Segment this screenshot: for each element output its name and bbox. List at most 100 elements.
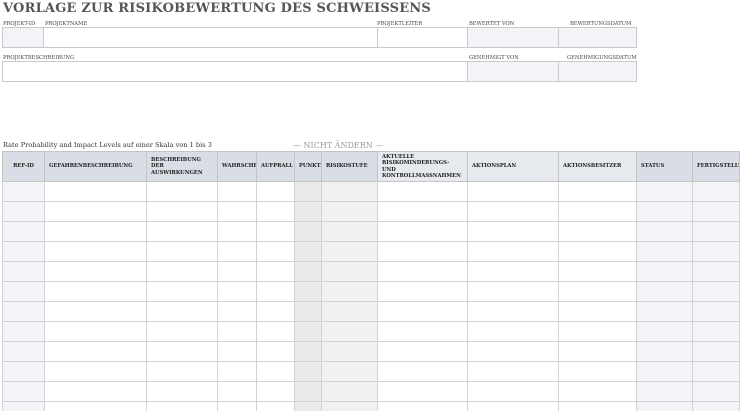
completion-date-cell[interactable]: [692, 241, 740, 263]
ref-id-cell[interactable]: [2, 341, 45, 363]
risk-level-cell[interactable]: [321, 361, 378, 383]
impact-description-cell[interactable]: [146, 221, 218, 243]
completion-date-cell[interactable]: [692, 281, 740, 303]
current-controls-cell[interactable]: [377, 261, 468, 283]
score-cell[interactable]: [294, 241, 322, 263]
impact-description-cell[interactable]: [146, 181, 218, 203]
score-cell[interactable]: [294, 321, 322, 343]
score-cell[interactable]: [294, 401, 322, 411]
probability-cell[interactable]: [217, 221, 257, 243]
action-owner-cell[interactable]: [558, 281, 637, 303]
status-cell[interactable]: [636, 401, 693, 411]
impact-description-cell[interactable]: [146, 321, 218, 343]
probability-cell[interactable]: [217, 381, 257, 403]
action-owner-cell[interactable]: [558, 381, 637, 403]
hazard-description-cell[interactable]: [44, 201, 147, 223]
status-cell[interactable]: [636, 201, 693, 223]
action-plan-cell[interactable]: [467, 361, 559, 383]
hazard-description-cell[interactable]: [44, 381, 147, 403]
completion-date-cell[interactable]: [692, 221, 740, 243]
assessed-by-field[interactable]: [467, 27, 559, 48]
impact-cell[interactable]: [256, 341, 295, 363]
impact-cell[interactable]: [256, 221, 295, 243]
risk-level-cell[interactable]: [321, 301, 378, 323]
status-cell[interactable]: [636, 221, 693, 243]
ref-id-cell[interactable]: [2, 241, 45, 263]
action-plan-cell[interactable]: [467, 341, 559, 363]
risk-level-cell[interactable]: [321, 401, 378, 411]
project-name-field[interactable]: [43, 27, 378, 48]
current-controls-cell[interactable]: [377, 241, 468, 263]
hazard-description-cell[interactable]: [44, 261, 147, 283]
action-owner-cell[interactable]: [558, 241, 637, 263]
score-cell[interactable]: [294, 361, 322, 383]
probability-cell[interactable]: [217, 341, 257, 363]
impact-cell[interactable]: [256, 401, 295, 411]
hazard-description-cell[interactable]: [44, 221, 147, 243]
probability-cell[interactable]: [217, 301, 257, 323]
risk-level-cell[interactable]: [321, 241, 378, 263]
probability-cell[interactable]: [217, 401, 257, 411]
status-cell[interactable]: [636, 301, 693, 323]
action-owner-cell[interactable]: [558, 301, 637, 323]
hazard-description-cell[interactable]: [44, 181, 147, 203]
current-controls-cell[interactable]: [377, 381, 468, 403]
impact-cell[interactable]: [256, 181, 295, 203]
probability-cell[interactable]: [217, 361, 257, 383]
action-plan-cell[interactable]: [467, 281, 559, 303]
impact-description-cell[interactable]: [146, 401, 218, 411]
action-owner-cell[interactable]: [558, 261, 637, 283]
probability-cell[interactable]: [217, 281, 257, 303]
hazard-description-cell[interactable]: [44, 401, 147, 411]
impact-description-cell[interactable]: [146, 381, 218, 403]
impact-description-cell[interactable]: [146, 301, 218, 323]
action-owner-cell[interactable]: [558, 341, 637, 363]
hazard-description-cell[interactable]: [44, 241, 147, 263]
project-lead-field[interactable]: [377, 27, 468, 48]
action-owner-cell[interactable]: [558, 201, 637, 223]
approval-date-field[interactable]: [558, 61, 637, 82]
current-controls-cell[interactable]: [377, 201, 468, 223]
score-cell[interactable]: [294, 301, 322, 323]
status-cell[interactable]: [636, 381, 693, 403]
action-owner-cell[interactable]: [558, 361, 637, 383]
hazard-description-cell[interactable]: [44, 301, 147, 323]
ref-id-cell[interactable]: [2, 321, 45, 343]
impact-description-cell[interactable]: [146, 281, 218, 303]
risk-level-cell[interactable]: [321, 341, 378, 363]
completion-date-cell[interactable]: [692, 181, 740, 203]
impact-description-cell[interactable]: [146, 341, 218, 363]
impact-cell[interactable]: [256, 321, 295, 343]
hazard-description-cell[interactable]: [44, 341, 147, 363]
impact-cell[interactable]: [256, 241, 295, 263]
completion-date-cell[interactable]: [692, 201, 740, 223]
score-cell[interactable]: [294, 281, 322, 303]
action-plan-cell[interactable]: [467, 321, 559, 343]
completion-date-cell[interactable]: [692, 361, 740, 383]
impact-cell[interactable]: [256, 261, 295, 283]
risk-level-cell[interactable]: [321, 381, 378, 403]
impact-description-cell[interactable]: [146, 361, 218, 383]
probability-cell[interactable]: [217, 261, 257, 283]
score-cell[interactable]: [294, 201, 322, 223]
ref-id-cell[interactable]: [2, 401, 45, 411]
completion-date-cell[interactable]: [692, 401, 740, 411]
score-cell[interactable]: [294, 181, 322, 203]
action-plan-cell[interactable]: [467, 181, 559, 203]
hazard-description-cell[interactable]: [44, 321, 147, 343]
project-id-field[interactable]: [2, 27, 44, 48]
completion-date-cell[interactable]: [692, 381, 740, 403]
risk-level-cell[interactable]: [321, 281, 378, 303]
risk-level-cell[interactable]: [321, 181, 378, 203]
current-controls-cell[interactable]: [377, 321, 468, 343]
current-controls-cell[interactable]: [377, 281, 468, 303]
impact-description-cell[interactable]: [146, 261, 218, 283]
impact-cell[interactable]: [256, 301, 295, 323]
ref-id-cell[interactable]: [2, 221, 45, 243]
action-plan-cell[interactable]: [467, 301, 559, 323]
current-controls-cell[interactable]: [377, 181, 468, 203]
action-owner-cell[interactable]: [558, 221, 637, 243]
impact-cell[interactable]: [256, 281, 295, 303]
status-cell[interactable]: [636, 321, 693, 343]
current-controls-cell[interactable]: [377, 221, 468, 243]
